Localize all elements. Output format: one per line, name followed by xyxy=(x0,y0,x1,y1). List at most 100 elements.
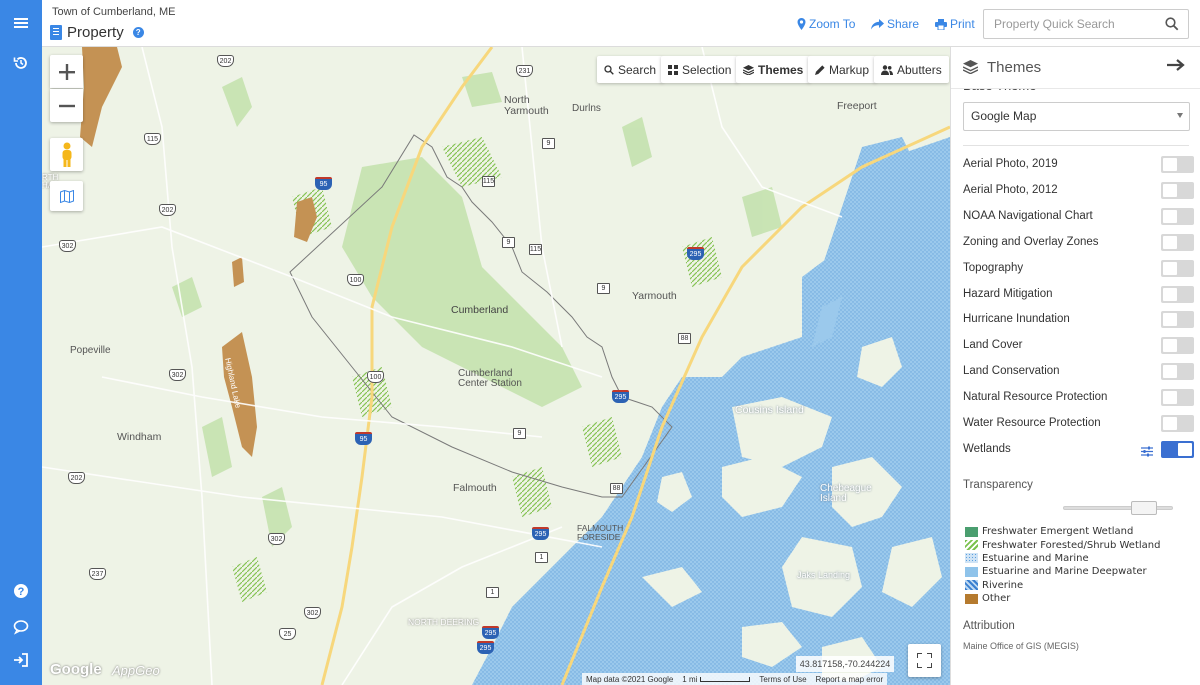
help-icon[interactable]: ? xyxy=(0,574,42,608)
layer-toggle[interactable] xyxy=(1161,259,1194,277)
toggle-knob xyxy=(1163,287,1177,301)
route-shield: 9 xyxy=(542,138,555,149)
label-north-deering: NORTH DEERING xyxy=(408,617,480,627)
property-search-input[interactable] xyxy=(984,10,1154,38)
layer-label: Hazard Mitigation xyxy=(963,287,1053,300)
legend-item: Other xyxy=(965,592,1160,605)
plus-icon xyxy=(58,63,75,80)
toggle-knob xyxy=(1163,313,1177,327)
label-falmouth-foreside: FALMOUTH FORESIDE xyxy=(577,523,624,542)
search-tool-button[interactable]: Search xyxy=(597,56,664,83)
print-icon xyxy=(935,18,947,30)
layer-toggle[interactable] xyxy=(1161,285,1194,303)
layer-toggle[interactable] xyxy=(1161,233,1194,251)
legend-label: Estuarine and Marine xyxy=(982,552,1089,564)
search-icon[interactable] xyxy=(1165,17,1179,31)
zoom-in-button[interactable] xyxy=(50,55,83,88)
print-button[interactable]: Print xyxy=(935,17,975,31)
layer-toggle[interactable] xyxy=(1161,440,1194,458)
base-theme-select[interactable]: Google Map xyxy=(963,102,1190,131)
basemap-toggle-button[interactable] xyxy=(50,181,83,211)
fullscreen-button[interactable] xyxy=(908,644,941,677)
layer-toggle[interactable] xyxy=(1161,337,1194,355)
terms-link[interactable]: Terms of Use xyxy=(759,675,806,684)
route-shield: 95 xyxy=(315,177,332,190)
page-title-text: Property xyxy=(67,24,124,41)
abutters-tool-button[interactable]: Abutters xyxy=(874,56,949,83)
question-icon[interactable]: ? xyxy=(132,27,144,38)
layer-row: Natural Resource Protection xyxy=(963,388,1195,408)
layer-toggle[interactable] xyxy=(1161,389,1194,407)
layer-row: Topography xyxy=(963,259,1195,279)
layer-toggle[interactable] xyxy=(1161,311,1194,329)
label-windham: Windham xyxy=(117,431,162,443)
chevron-down-icon xyxy=(1177,113,1183,118)
search-icon xyxy=(604,64,614,75)
arrow-right-icon[interactable] xyxy=(1167,58,1185,72)
zoom-to-button[interactable]: Zoom To xyxy=(797,17,855,31)
base-theme-value: Google Map xyxy=(971,109,1037,123)
history-icon[interactable] xyxy=(0,46,42,80)
route-shield: 115 xyxy=(144,133,161,145)
layer-row: Land Conservation xyxy=(963,362,1195,382)
layer-toggle[interactable] xyxy=(1161,207,1194,225)
wetlands-legend: Freshwater Emergent Wetland Freshwater Fo… xyxy=(965,525,1160,605)
route-shield: 202 xyxy=(68,472,85,484)
search-tool-label: Search xyxy=(618,62,657,77)
layer-row: Hazard Mitigation xyxy=(963,285,1195,305)
google-logo: Google xyxy=(50,661,102,678)
legend-label: Freshwater Emergent Wetland xyxy=(982,526,1134,538)
layer-label: Wetlands xyxy=(963,442,1011,455)
legend-item: Riverine xyxy=(965,579,1160,592)
page-title: Property ? xyxy=(50,24,144,41)
themes-panel-title: Themes xyxy=(987,59,1042,76)
toggle-knob xyxy=(1178,442,1192,456)
layer-toggle[interactable] xyxy=(1161,363,1194,381)
layer-label: Land Cover xyxy=(963,339,1023,352)
route-shield: 295 xyxy=(612,390,629,403)
layer-row: NOAA Navigational Chart xyxy=(963,207,1195,227)
attribution-title: Attribution xyxy=(963,620,1015,632)
route-shield: 115 xyxy=(482,176,495,187)
markup-tool-button[interactable]: Markup xyxy=(808,56,877,83)
report-error-link[interactable]: Report a map error xyxy=(816,675,884,684)
route-shield: 100 xyxy=(347,274,364,286)
map-data-text: Map data ©2021 Google xyxy=(586,674,674,684)
street-view-pegman-button[interactable] xyxy=(50,138,83,171)
legend-swatch xyxy=(965,566,978,577)
share-button[interactable]: Share xyxy=(871,17,919,31)
legend-label: Other xyxy=(982,593,1011,605)
label-cumberland: Cumberland xyxy=(451,304,509,316)
selection-tool-button[interactable]: Selection xyxy=(661,56,739,83)
toggle-knob xyxy=(1163,183,1177,197)
label-north-yarmouth: North Yarmouth xyxy=(504,94,549,117)
layer-toggle[interactable] xyxy=(1161,181,1194,199)
toggle-knob xyxy=(1163,261,1177,275)
menu-icon[interactable] xyxy=(0,6,42,40)
map-canvas[interactable]: North Yarmouth Durlns Freeport Cumberlan… xyxy=(42,47,950,685)
toggle-knob xyxy=(1163,209,1177,223)
fullscreen-icon xyxy=(917,653,932,668)
route-shield: 302 xyxy=(169,369,186,381)
toggle-knob xyxy=(1163,235,1177,249)
legend-item: Estuarine and Marine xyxy=(965,552,1160,565)
route-shield: 295 xyxy=(482,626,499,639)
grid-icon xyxy=(668,64,678,75)
sliders-icon[interactable] xyxy=(1141,444,1153,462)
layer-toggle[interactable] xyxy=(1161,156,1194,173)
pencil-icon xyxy=(815,64,825,75)
legend-item: Freshwater Forested/Shrub Wetland xyxy=(965,538,1160,551)
users-icon xyxy=(881,64,893,75)
layer-toggle[interactable] xyxy=(1161,415,1194,432)
chat-icon[interactable] xyxy=(0,610,42,644)
layer-label: Natural Resource Protection xyxy=(963,391,1108,404)
zoom-out-button[interactable] xyxy=(50,89,83,122)
header: Town of Cumberland, ME Property ? Zoom T… xyxy=(42,0,1200,47)
sign-in-icon[interactable] xyxy=(0,643,42,677)
scale-text: 1 mi xyxy=(682,675,751,684)
label-yarmouth: Yarmouth xyxy=(632,290,677,302)
themes-tool-button[interactable]: Themes xyxy=(736,56,811,83)
transparency-slider-thumb[interactable] xyxy=(1131,501,1158,515)
layers-icon xyxy=(743,64,754,75)
themes-panel: Base Theme Themes Google Map Aerial Phot… xyxy=(950,47,1200,685)
